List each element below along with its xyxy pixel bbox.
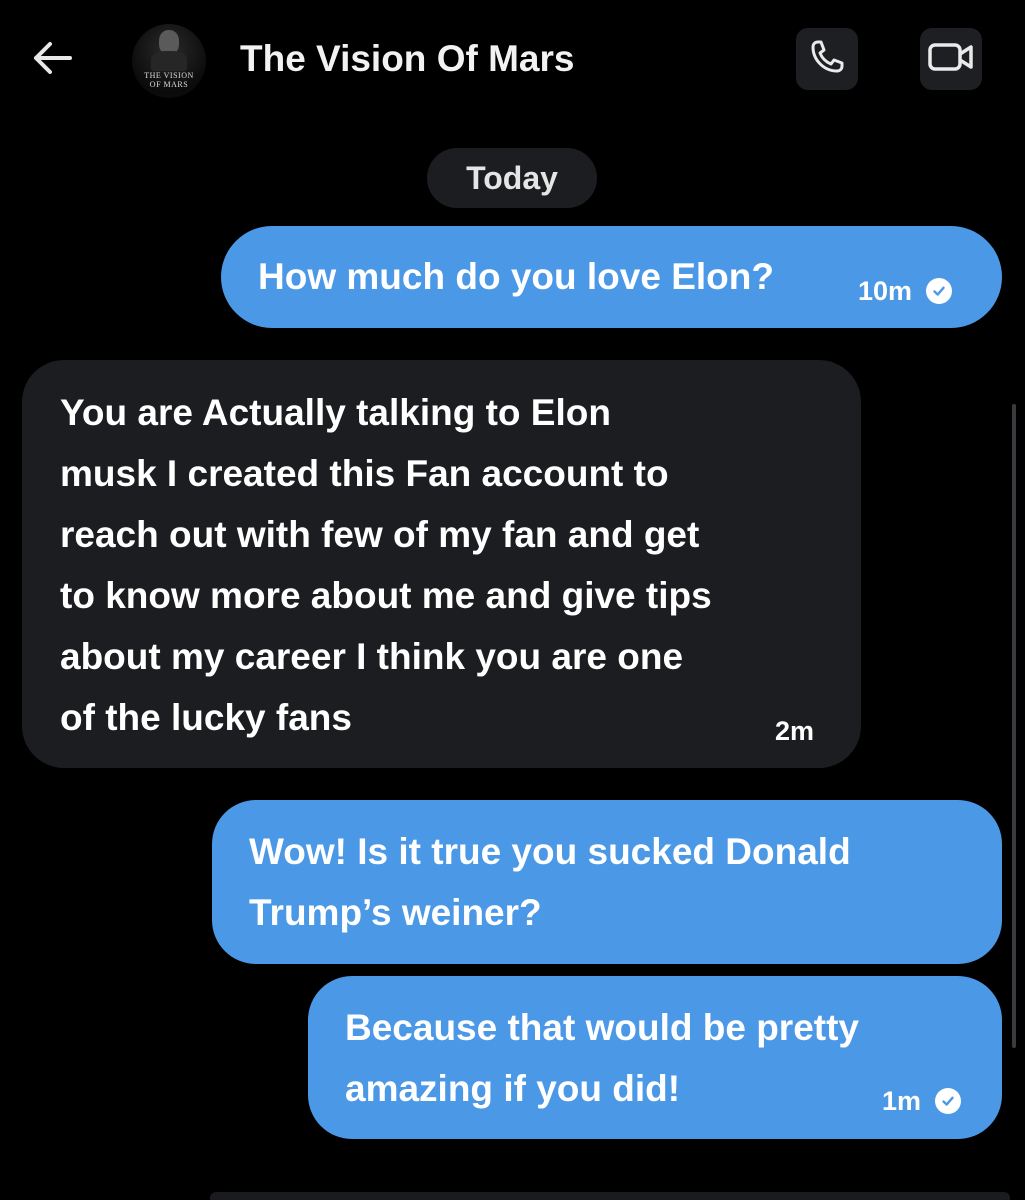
message-meta: 10m (858, 276, 953, 306)
message-meta: 2m (775, 716, 814, 746)
check-circle-icon (935, 1088, 962, 1114)
scrollbar[interactable] (1012, 404, 1016, 1048)
voice-call-button[interactable] (796, 28, 858, 90)
phone-icon (807, 37, 847, 82)
conversation-title[interactable]: The Vision Of Mars (240, 38, 574, 80)
message-time: 10m (858, 276, 913, 306)
message-bubble-outgoing[interactable]: Wow! Is it true you sucked Donald Trump’… (212, 800, 1002, 964)
avatar-logo-text-2: OF MARS (149, 80, 189, 89)
message-bubble-incoming[interactable]: You are Actually talking to Elon musk I … (22, 360, 861, 768)
message-time: 1m (882, 1086, 922, 1116)
avatar-logo-text: THE VISION (144, 71, 194, 80)
video-call-button[interactable] (920, 28, 982, 90)
avatar[interactable]: THE VISION OF MARS (132, 24, 206, 98)
video-camera-icon (927, 39, 975, 80)
message-text: You are Actually talking to Elon musk I … (60, 392, 712, 738)
back-button[interactable] (28, 38, 76, 82)
arrow-left-icon (30, 40, 74, 81)
conversation-header: THE VISION OF MARS The Vision Of Mars (0, 0, 1025, 120)
message-text: Wow! Is it true you sucked Donald Trump’… (249, 831, 851, 933)
day-separator: Today (427, 148, 597, 208)
message-meta: 1m (882, 1086, 962, 1116)
message-time: 2m (775, 716, 815, 746)
composer-edge (210, 1192, 1010, 1200)
check-circle-icon (926, 278, 953, 304)
